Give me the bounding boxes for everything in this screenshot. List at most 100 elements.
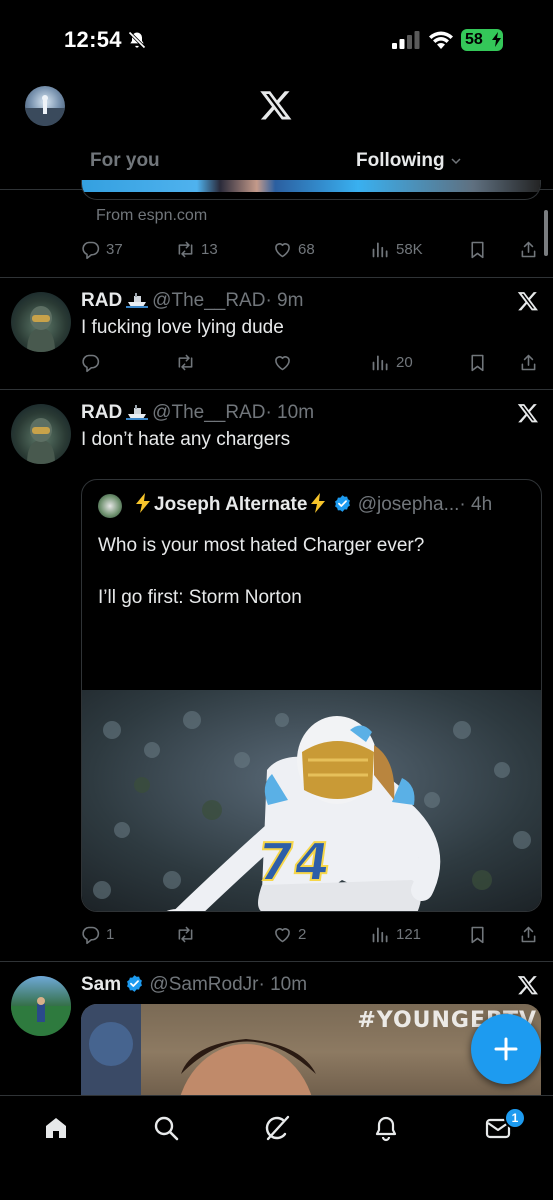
tab-following[interactable]: Following xyxy=(356,150,461,172)
bookmark-icon xyxy=(471,354,484,371)
author-name[interactable]: Sam xyxy=(81,974,121,995)
quoted-author-handle[interactable]: @josepha... xyxy=(358,494,460,515)
profile-avatar[interactable] xyxy=(25,86,65,126)
tweet-actions: 20 xyxy=(80,349,545,375)
views-button[interactable]: 121 xyxy=(370,921,421,947)
status-bar: 12:54 58 xyxy=(0,0,553,80)
repost-button[interactable] xyxy=(175,349,201,375)
author-name[interactable]: RAD xyxy=(81,290,122,311)
profile-avatar-image xyxy=(25,95,65,126)
bookmark-button[interactable] xyxy=(467,349,493,375)
tweet-time[interactable]: · 10m xyxy=(258,974,307,995)
quoted-tweet-photo[interactable]: 74 xyxy=(82,690,542,912)
view-count: 121 xyxy=(396,925,422,943)
charging-bolt-icon xyxy=(492,32,501,47)
like-icon xyxy=(275,927,290,942)
boat-emoji-icon xyxy=(126,405,149,420)
views-icon xyxy=(372,927,388,942)
link-preview-image xyxy=(82,180,540,192)
reply-button[interactable]: 1 xyxy=(80,921,114,947)
like-button[interactable]: 2 xyxy=(272,921,306,947)
bell-slash-icon xyxy=(128,31,146,49)
jersey-number: 74 xyxy=(253,833,334,893)
plus-icon xyxy=(494,1037,518,1061)
repost-icon xyxy=(178,241,193,257)
like-button[interactable] xyxy=(272,349,298,375)
author-avatar[interactable] xyxy=(11,292,71,352)
compose-post-button[interactable] xyxy=(471,1014,541,1084)
home-icon[interactable] xyxy=(42,1114,70,1142)
tweet-header: RAD @The__RAD· 10m xyxy=(81,402,314,424)
bookmark-button[interactable] xyxy=(467,921,493,947)
tweet-card[interactable]: RAD @The__RAD· 9m I fucking love lying du… xyxy=(0,278,553,390)
like-count: 68 xyxy=(298,240,315,258)
search-icon[interactable] xyxy=(152,1114,180,1142)
reply-button[interactable] xyxy=(80,349,106,375)
author-avatar[interactable] xyxy=(11,404,71,464)
share-icon xyxy=(521,241,536,257)
lightning-icon xyxy=(136,493,150,513)
x-logo-icon[interactable] xyxy=(259,88,293,122)
views-button[interactable]: 20 xyxy=(370,349,413,375)
quoted-tweet-line: I’ll go first: Storm Norton xyxy=(98,587,302,608)
verified-icon xyxy=(335,495,351,512)
views-icon xyxy=(372,242,388,257)
tweet-card[interactable]: Sam @SamRodJr· 10m #YOUNGERTV xyxy=(0,962,553,1102)
quoted-author-name[interactable]: Joseph Alternate xyxy=(154,494,307,515)
x-logo-icon[interactable] xyxy=(517,290,539,312)
chevron-down-icon[interactable] xyxy=(451,156,461,166)
author-handle[interactable]: @The__RAD xyxy=(152,402,265,423)
author-avatar-image xyxy=(11,997,71,1036)
share-button[interactable] xyxy=(518,921,544,947)
author-handle[interactable]: @The__RAD xyxy=(152,290,265,311)
battery-indicator: 58 xyxy=(461,29,503,51)
tweet-text: I don’t hate any chargers xyxy=(81,429,291,450)
quoted-tweet[interactable]: Joseph Alternate @josepha...· 4h Who is … xyxy=(81,479,542,912)
share-button[interactable] xyxy=(518,236,544,262)
link-preview-card[interactable] xyxy=(81,180,541,200)
bottom-navigation: 1 xyxy=(0,1095,553,1200)
like-button[interactable]: 68 xyxy=(272,236,315,262)
tweet-card[interactable]: RAD @The__RAD· 10m I don’t hate any charg… xyxy=(0,390,553,962)
author-avatar[interactable] xyxy=(11,976,71,1036)
repost-button[interactable]: 13 xyxy=(175,236,218,262)
quoted-author-avatar[interactable] xyxy=(98,494,122,518)
tweet-time[interactable]: · 10m xyxy=(265,402,314,423)
quoted-tweet-text: Who is your most hated Charger ever? I’l… xyxy=(98,533,424,611)
tab-for-you[interactable]: For you xyxy=(90,150,160,172)
author-name[interactable]: RAD xyxy=(81,402,122,423)
like-count: 2 xyxy=(298,925,307,943)
quoted-tweet-line: Who is your most hated Charger ever? xyxy=(98,535,425,556)
reply-icon xyxy=(82,926,100,944)
views-button[interactable]: 58K xyxy=(370,236,423,262)
reply-button[interactable]: 37 xyxy=(80,236,123,262)
messages-badge: 1 xyxy=(504,1107,526,1129)
tweet-actions: 1 2 121 xyxy=(80,921,545,947)
lightning-icon xyxy=(311,493,326,513)
quoted-tweet-time[interactable]: · 4h xyxy=(459,494,492,515)
battery-level: 58 xyxy=(465,31,483,48)
share-icon xyxy=(521,926,536,942)
repost-button[interactable] xyxy=(175,921,201,947)
wifi-icon xyxy=(429,31,453,49)
grok-icon[interactable] xyxy=(263,1114,291,1142)
tweet-time[interactable]: · 9m xyxy=(265,290,303,311)
scroll-indicator[interactable] xyxy=(544,210,548,256)
bell-icon[interactable] xyxy=(372,1114,400,1142)
tweet-actions: 37 13 68 58K xyxy=(80,236,545,262)
tab-following-label: Following xyxy=(356,150,445,171)
signal-icon xyxy=(392,31,420,49)
tweet-card[interactable]: From espn.com 37 13 68 58K xyxy=(0,180,553,278)
repost-count: 13 xyxy=(201,240,218,258)
author-handle[interactable]: @SamRodJr xyxy=(149,974,258,995)
bookmark-button[interactable] xyxy=(467,236,493,262)
x-logo-icon[interactable] xyxy=(517,974,539,996)
bookmark-icon xyxy=(471,926,484,943)
x-logo-icon[interactable] xyxy=(517,402,539,424)
link-source[interactable]: From espn.com xyxy=(96,207,207,225)
share-button[interactable] xyxy=(518,349,544,375)
status-time: 12:54 xyxy=(64,27,122,52)
like-icon xyxy=(275,355,290,370)
author-avatar-image xyxy=(27,418,55,464)
boat-emoji-icon xyxy=(126,293,149,308)
